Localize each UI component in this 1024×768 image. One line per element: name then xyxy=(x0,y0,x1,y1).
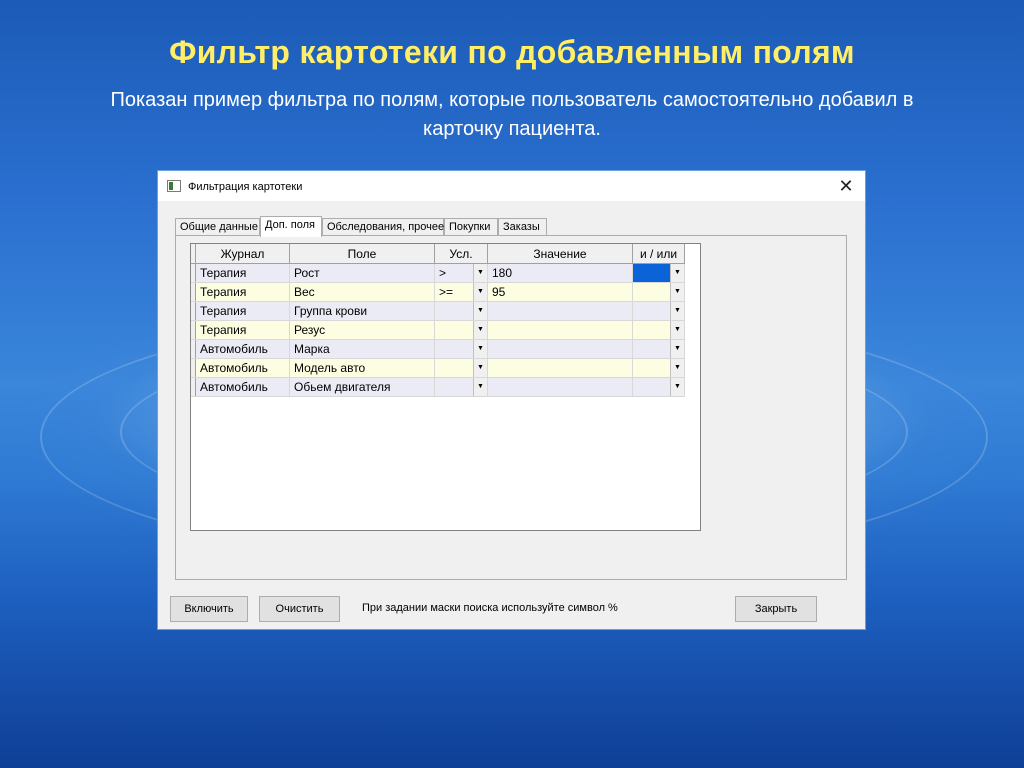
condition-cell[interactable]: >= ▼ xyxy=(434,282,488,302)
field-cell[interactable]: Рост xyxy=(289,263,435,283)
table-row[interactable]: Терапия Резус ▼ ▼ xyxy=(191,320,685,340)
chevron-down-icon[interactable]: ▼ xyxy=(473,340,487,358)
and-or-cell[interactable]: ▼ xyxy=(632,282,685,302)
condition-value: >= xyxy=(439,285,454,299)
value-cell[interactable]: 180 xyxy=(487,263,633,283)
field-cell[interactable]: Модель авто xyxy=(289,358,435,378)
field-cell[interactable]: Вес xyxy=(289,282,435,302)
chevron-down-icon[interactable]: ▼ xyxy=(473,283,487,301)
and-or-cell[interactable]: ▼ xyxy=(632,263,685,283)
condition-cell[interactable]: ▼ xyxy=(434,339,488,359)
app-icon xyxy=(167,180,181,192)
table-row[interactable]: Автомобиль Обьем двигателя ▼ ▼ xyxy=(191,377,685,397)
chevron-down-icon[interactable]: ▼ xyxy=(670,264,684,282)
and-or-cell[interactable]: ▼ xyxy=(632,377,685,397)
chevron-down-icon[interactable]: ▼ xyxy=(473,302,487,320)
and-or-cell[interactable]: ▼ xyxy=(632,339,685,359)
condition-cell[interactable]: > ▼ xyxy=(434,263,488,283)
chevron-down-icon[interactable]: ▼ xyxy=(473,264,487,282)
value-cell[interactable] xyxy=(487,339,633,359)
tab-purchases[interactable]: Покупки xyxy=(444,218,498,236)
journal-cell[interactable]: Терапия xyxy=(195,282,290,302)
field-cell[interactable]: Марка xyxy=(289,339,435,359)
search-mask-hint: При задании маски поиска используйте сим… xyxy=(362,602,618,614)
column-header-journal[interactable]: Журнал xyxy=(195,244,290,264)
table-row[interactable]: Терапия Группа крови ▼ ▼ xyxy=(191,301,685,321)
journal-cell[interactable]: Терапия xyxy=(195,263,290,283)
journal-cell[interactable]: Терапия xyxy=(195,301,290,321)
value-cell[interactable]: 95 xyxy=(487,282,633,302)
and-or-cell[interactable]: ▼ xyxy=(632,301,685,321)
chevron-down-icon[interactable]: ▼ xyxy=(670,340,684,358)
column-header-value[interactable]: Значение xyxy=(487,244,633,264)
condition-cell[interactable]: ▼ xyxy=(434,301,488,321)
tab-general[interactable]: Общие данные xyxy=(175,218,260,236)
value-cell[interactable] xyxy=(487,358,633,378)
journal-cell[interactable]: Автомобиль xyxy=(195,339,290,359)
journal-cell[interactable]: Автомобиль xyxy=(195,358,290,378)
tab-examinations[interactable]: Обследования, прочее xyxy=(322,218,444,236)
chevron-down-icon[interactable]: ▼ xyxy=(473,378,487,396)
filter-dialog: Фильтрация картотеки ✕ Общие данные Доп.… xyxy=(157,170,866,630)
chevron-down-icon[interactable]: ▼ xyxy=(473,359,487,377)
clear-button[interactable]: Очистить xyxy=(259,596,340,622)
window-titlebar: Фильтрация картотеки ✕ xyxy=(158,171,865,201)
close-icon[interactable]: ✕ xyxy=(835,175,857,197)
table-row[interactable]: Терапия Вес >= ▼ 95 ▼ xyxy=(191,282,685,302)
filter-grid[interactable]: Журнал Поле Усл. Значение и / или Терапи… xyxy=(190,243,701,531)
chevron-down-icon[interactable]: ▼ xyxy=(670,378,684,396)
table-row[interactable]: Автомобиль Модель авто ▼ ▼ xyxy=(191,358,685,378)
chevron-down-icon[interactable]: ▼ xyxy=(670,321,684,339)
close-button[interactable]: Закрыть xyxy=(735,596,817,622)
journal-cell[interactable]: Терапия xyxy=(195,320,290,340)
table-row[interactable]: Автомобиль Марка ▼ ▼ xyxy=(191,339,685,359)
condition-cell[interactable]: ▼ xyxy=(434,358,488,378)
value-cell[interactable] xyxy=(487,377,633,397)
and-or-cell[interactable]: ▼ xyxy=(632,358,685,378)
column-header-field[interactable]: Поле xyxy=(289,244,435,264)
chevron-down-icon[interactable]: ▼ xyxy=(670,283,684,301)
condition-cell[interactable]: ▼ xyxy=(434,377,488,397)
chevron-down-icon[interactable]: ▼ xyxy=(670,359,684,377)
value-cell[interactable] xyxy=(487,320,633,340)
field-cell[interactable]: Резус xyxy=(289,320,435,340)
field-cell[interactable]: Обьем двигателя xyxy=(289,377,435,397)
journal-cell[interactable]: Автомобиль xyxy=(195,377,290,397)
tab-orders[interactable]: Заказы xyxy=(498,218,547,236)
condition-cell[interactable]: ▼ xyxy=(434,320,488,340)
chevron-down-icon[interactable]: ▼ xyxy=(670,302,684,320)
slide-title: Фильтр картотеки по добавленным полям xyxy=(169,34,855,70)
window-title: Фильтрация картотеки xyxy=(188,181,303,193)
chevron-down-icon[interactable]: ▼ xyxy=(473,321,487,339)
value-cell[interactable] xyxy=(487,301,633,321)
tab-panel: Журнал Поле Усл. Значение и / или Терапи… xyxy=(175,235,847,580)
column-header-and-or[interactable]: и / или xyxy=(632,244,685,264)
slide-subtitle: Показан пример фильтра по полям, которые… xyxy=(110,89,914,140)
condition-value: > xyxy=(439,266,447,280)
field-cell[interactable]: Группа крови xyxy=(289,301,435,321)
and-or-cell[interactable]: ▼ xyxy=(632,320,685,340)
tab-extra-fields[interactable]: Доп. поля xyxy=(260,216,322,237)
table-row[interactable]: Терапия Рост > ▼ 180 ▼ xyxy=(191,263,685,283)
column-header-condition[interactable]: Усл. xyxy=(434,244,488,264)
include-button[interactable]: Включить xyxy=(170,596,248,622)
